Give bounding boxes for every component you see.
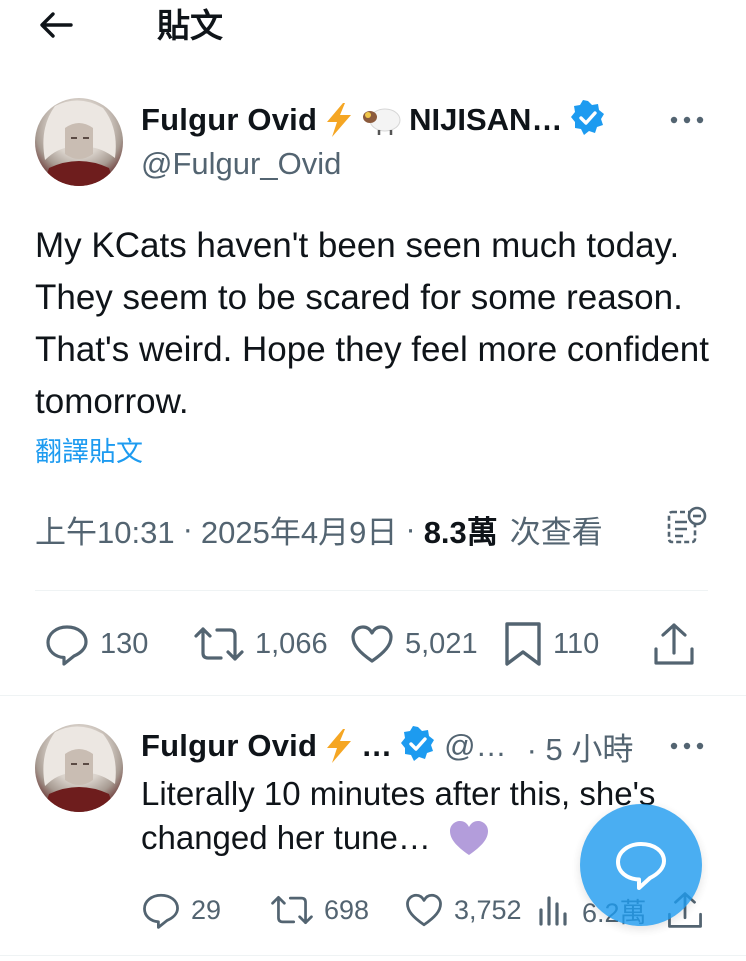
verified-badge-icon (570, 99, 606, 141)
retweet-button[interactable]: 698 (270, 880, 369, 940)
analytics-icon (539, 896, 567, 926)
reply-name-truncation: … (361, 728, 393, 763)
arrow-left-icon[interactable] (38, 10, 74, 40)
reply-author-handle[interactable]: @… (444, 728, 506, 764)
reply-button[interactable]: 130 (44, 614, 148, 674)
reply-icon (143, 893, 179, 929)
reply-author-row: Fulgur Ovid … @… · 5 小時 (141, 724, 634, 769)
like-button[interactable]: 3,752 (404, 880, 522, 940)
lightning-icon (323, 728, 355, 764)
share-button[interactable] (652, 614, 696, 674)
tweet-date[interactable]: 2025年4月9日 (201, 507, 397, 552)
avatar[interactable] (35, 98, 123, 186)
author-name-row: Fulgur Ovid NIJISAN… (141, 99, 606, 141)
header: 貼文 (0, 0, 746, 56)
tweet-text: My KCats haven't been seen much today. T… (35, 226, 709, 421)
separator: · (182, 511, 193, 546)
share-icon (654, 623, 694, 665)
like-count: 5,021 (405, 627, 478, 660)
tweet-actions: 130 1,066 5,021 110 (0, 614, 746, 674)
reply-avatar[interactable] (35, 724, 123, 812)
reply-button[interactable]: 29 (141, 880, 221, 940)
heart-icon (406, 893, 442, 927)
sheep-icon (361, 104, 403, 136)
like-count: 3,752 (454, 894, 522, 925)
compose-icon (616, 842, 666, 890)
page-title: 貼文 (157, 7, 223, 44)
reply-author-name[interactable]: Fulgur Ovid (141, 728, 317, 764)
more-icon[interactable] (668, 734, 706, 758)
divider (0, 695, 746, 696)
author-name[interactable]: Fulgur Ovid (141, 102, 317, 138)
reply-time[interactable]: · 5 小時 (527, 724, 634, 769)
reply-count: 29 (191, 894, 222, 925)
lightning-icon (323, 102, 355, 138)
more-icon[interactable] (668, 108, 706, 132)
author-name-suffix: NIJISAN… (409, 102, 563, 137)
verified-badge-icon (400, 725, 436, 767)
purple-heart-icon (448, 819, 490, 868)
author-handle[interactable]: @Fulgur_Ovid (141, 146, 341, 182)
retweet-button[interactable]: 1,066 (193, 614, 328, 674)
like-button[interactable]: 5,021 (349, 614, 478, 674)
bookmark-button[interactable]: 110 (503, 614, 599, 674)
divider (35, 590, 708, 591)
bookmark-count: 110 (553, 627, 600, 660)
reply-icon (46, 625, 88, 666)
views-label: 次查看 (509, 514, 603, 550)
retweet-icon (271, 895, 313, 925)
compose-button[interactable] (580, 804, 702, 926)
heart-icon (351, 625, 393, 663)
retweet-icon (194, 627, 244, 661)
analytics-icon[interactable] (664, 504, 708, 548)
tweet-detail-page: 貼文 Fulgur Ovid NIJISAN… @Fulgur_Ovid My … (0, 0, 746, 961)
views-count: 8.3萬 (423, 514, 498, 550)
bookmark-icon (505, 622, 541, 666)
translate-link[interactable]: 翻譯貼文 (35, 430, 143, 469)
reply-text: Literally 10 minutes after this, she's c… (141, 775, 656, 856)
tweet-time[interactable]: 上午10:31 (35, 507, 175, 552)
divider (0, 955, 746, 956)
separator: · (405, 511, 416, 546)
reply-count: 130 (100, 627, 149, 660)
retweet-count: 1,066 (255, 627, 328, 660)
tweet-meta: 上午10:31 · 2025年4月9日 · 8.3萬 次查看 (35, 506, 715, 552)
retweet-count: 698 (324, 894, 370, 925)
